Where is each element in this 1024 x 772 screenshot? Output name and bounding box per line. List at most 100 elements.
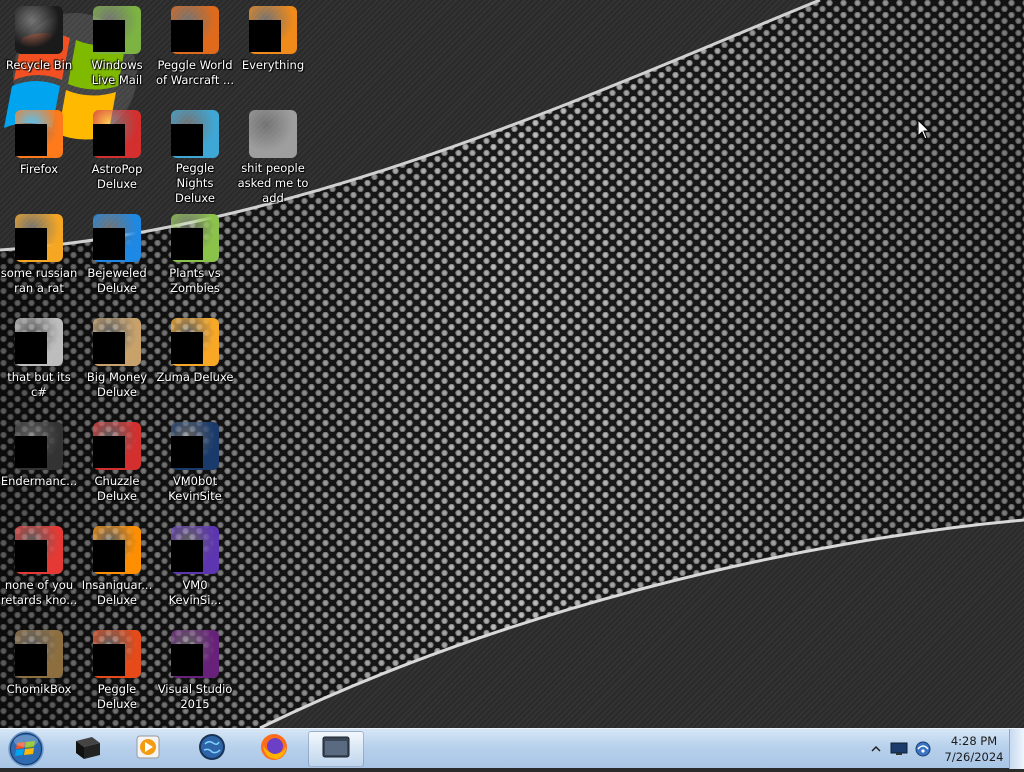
show-desktop-button[interactable] (1009, 729, 1024, 769)
desktop-icon[interactable]: Bejeweled Deluxe (78, 210, 156, 310)
desktop-icon-label: Big Money Deluxe (86, 370, 148, 399)
desktop-icon-label: shit people asked me to add (237, 161, 309, 206)
redaction-box (15, 644, 47, 676)
globe-icon (197, 732, 227, 766)
desktop-icon-label: Zuma Deluxe (156, 370, 234, 384)
redaction-box (93, 540, 125, 572)
taskbar-app-dark-box[interactable] (60, 731, 116, 767)
desktop-icon[interactable]: some russian ran a rat (0, 210, 78, 310)
peggle-wow-icon (171, 6, 219, 54)
app-orange-icon (15, 214, 63, 262)
redaction-box (249, 20, 281, 52)
desktop-icon[interactable]: Chuzzle Deluxe (78, 418, 156, 518)
desktop-icon[interactable]: Visual Studio 2015 (156, 626, 234, 726)
redaction-box (15, 124, 47, 156)
desktop-icon-label: Peggle World of Warcraft ... (156, 58, 234, 87)
firefox-icon (259, 732, 289, 766)
desktop-icon[interactable]: Plants vs Zombies (156, 210, 234, 310)
desktop-icon[interactable]: Peggle Nights Deluxe (156, 106, 234, 206)
redaction-box (171, 436, 203, 468)
windows-live-mail-icon (93, 6, 141, 54)
desktop-icon[interactable]: Insaniquar... Deluxe (78, 522, 156, 622)
red-swirl-icon (15, 526, 63, 574)
desktop-icon-label: that but its c# (7, 370, 71, 399)
desktop-icon[interactable]: Windows Live Mail (78, 2, 156, 102)
taskbar-app-globe[interactable] (184, 731, 240, 767)
desktop-icon-label: Peggle Nights Deluxe (175, 161, 215, 206)
desktop-icon[interactable]: Recycle Bin (0, 2, 78, 102)
system-clock[interactable]: 4:28 PM 7/26/2024 (940, 733, 1008, 765)
clock-time: 4:28 PM (950, 734, 998, 748)
firefox-icon (15, 110, 63, 158)
desktop-icon[interactable]: ChomikBox (0, 626, 78, 726)
visual-studio-icon (171, 630, 219, 678)
window-app-icon (321, 734, 351, 764)
icon-image (15, 6, 63, 54)
console-window-icon (15, 422, 63, 470)
redaction-box (15, 540, 47, 572)
taskbar-app-firefox[interactable] (246, 731, 302, 767)
desktop-icon[interactable]: VM0b0t KevinSite (156, 418, 234, 518)
desktop-icon[interactable]: Endermanc... (0, 418, 78, 518)
desktop-icon[interactable]: Firefox (0, 106, 78, 206)
insaniquarium-icon (93, 526, 141, 574)
chomikbox-icon (15, 630, 63, 678)
desktop-icon[interactable]: VM0 KevinSi... (156, 522, 234, 622)
dark-box-icon (72, 733, 104, 765)
folder-icon (249, 110, 297, 158)
redaction-box (93, 228, 125, 260)
show-hidden-icons-chevron-icon[interactable] (868, 741, 884, 757)
redaction-box (93, 644, 125, 676)
desktop-icon[interactable]: Peggle World of Warcraft ... (156, 2, 234, 102)
big-money-icon (93, 318, 141, 366)
clock-date: 7/26/2024 (944, 750, 1004, 764)
redaction-box (93, 436, 125, 468)
monitor-icon[interactable] (890, 741, 908, 757)
redaction-box (93, 332, 125, 364)
desktop-icon[interactable]: Everything (234, 2, 312, 102)
desktop-icon[interactable]: AstroPop Deluxe (78, 106, 156, 206)
desktop-icon[interactable]: Zuma Deluxe (156, 314, 234, 414)
taskbar-app-media-player[interactable] (120, 731, 176, 767)
everything-icon (249, 6, 297, 54)
redaction-box (171, 20, 203, 52)
redaction-box (15, 228, 47, 260)
desktop-icon-label: none of you retards kno... (0, 578, 78, 607)
desktop-icon-label: VM0 KevinSi... (168, 578, 222, 607)
media-player-icon (134, 733, 162, 765)
desktop-icon[interactable]: none of you retards kno... (0, 522, 78, 622)
desktop-icon-label: Windows Live Mail (91, 58, 143, 87)
desktop-icon-label: some russian ran a rat (0, 266, 78, 295)
redaction-box (171, 332, 203, 364)
desktop-icon-label: Visual Studio 2015 (157, 682, 233, 711)
vm0-kevin-icon (171, 526, 219, 574)
desktop-icon[interactable]: Peggle Deluxe (78, 626, 156, 726)
zuma-icon (171, 318, 219, 366)
start-button[interactable] (6, 730, 46, 768)
mouse-cursor-icon (917, 118, 931, 144)
desktop-icon-label: Firefox (19, 162, 59, 176)
redaction-box (15, 332, 47, 364)
redaction-box (93, 124, 125, 156)
desktop-icon-label: ChomikBox (6, 682, 72, 696)
taskbar-app-window[interactable] (308, 731, 364, 767)
redaction-box (93, 20, 125, 52)
peggle-nights-icon (171, 110, 219, 158)
desktop-icon-label: Insaniquar... Deluxe (81, 578, 153, 607)
network-icon[interactable] (914, 741, 931, 757)
desktop-icon-label: Chuzzle Deluxe (94, 474, 140, 503)
desktop-icon[interactable]: shit people asked me to add (234, 106, 312, 206)
chuzzle-icon (93, 422, 141, 470)
icon-image (249, 110, 297, 158)
desktop-icon-label: VM0b0t KevinSite (168, 474, 222, 503)
bejeweled-icon (93, 214, 141, 262)
desktop-icon[interactable]: Big Money Deluxe (78, 314, 156, 414)
desktop-icon-label: Recycle Bin (5, 58, 73, 72)
redaction-box (15, 436, 47, 468)
taskbar: 4:28 PM 7/26/2024 (0, 728, 1024, 769)
windows-start-orb-icon (8, 731, 44, 767)
shortcut-window-icon (15, 318, 63, 366)
redaction-box (171, 644, 203, 676)
desktop-icon[interactable]: that but its c# (0, 314, 78, 414)
desktop-icon-label: Bejeweled Deluxe (87, 266, 147, 295)
